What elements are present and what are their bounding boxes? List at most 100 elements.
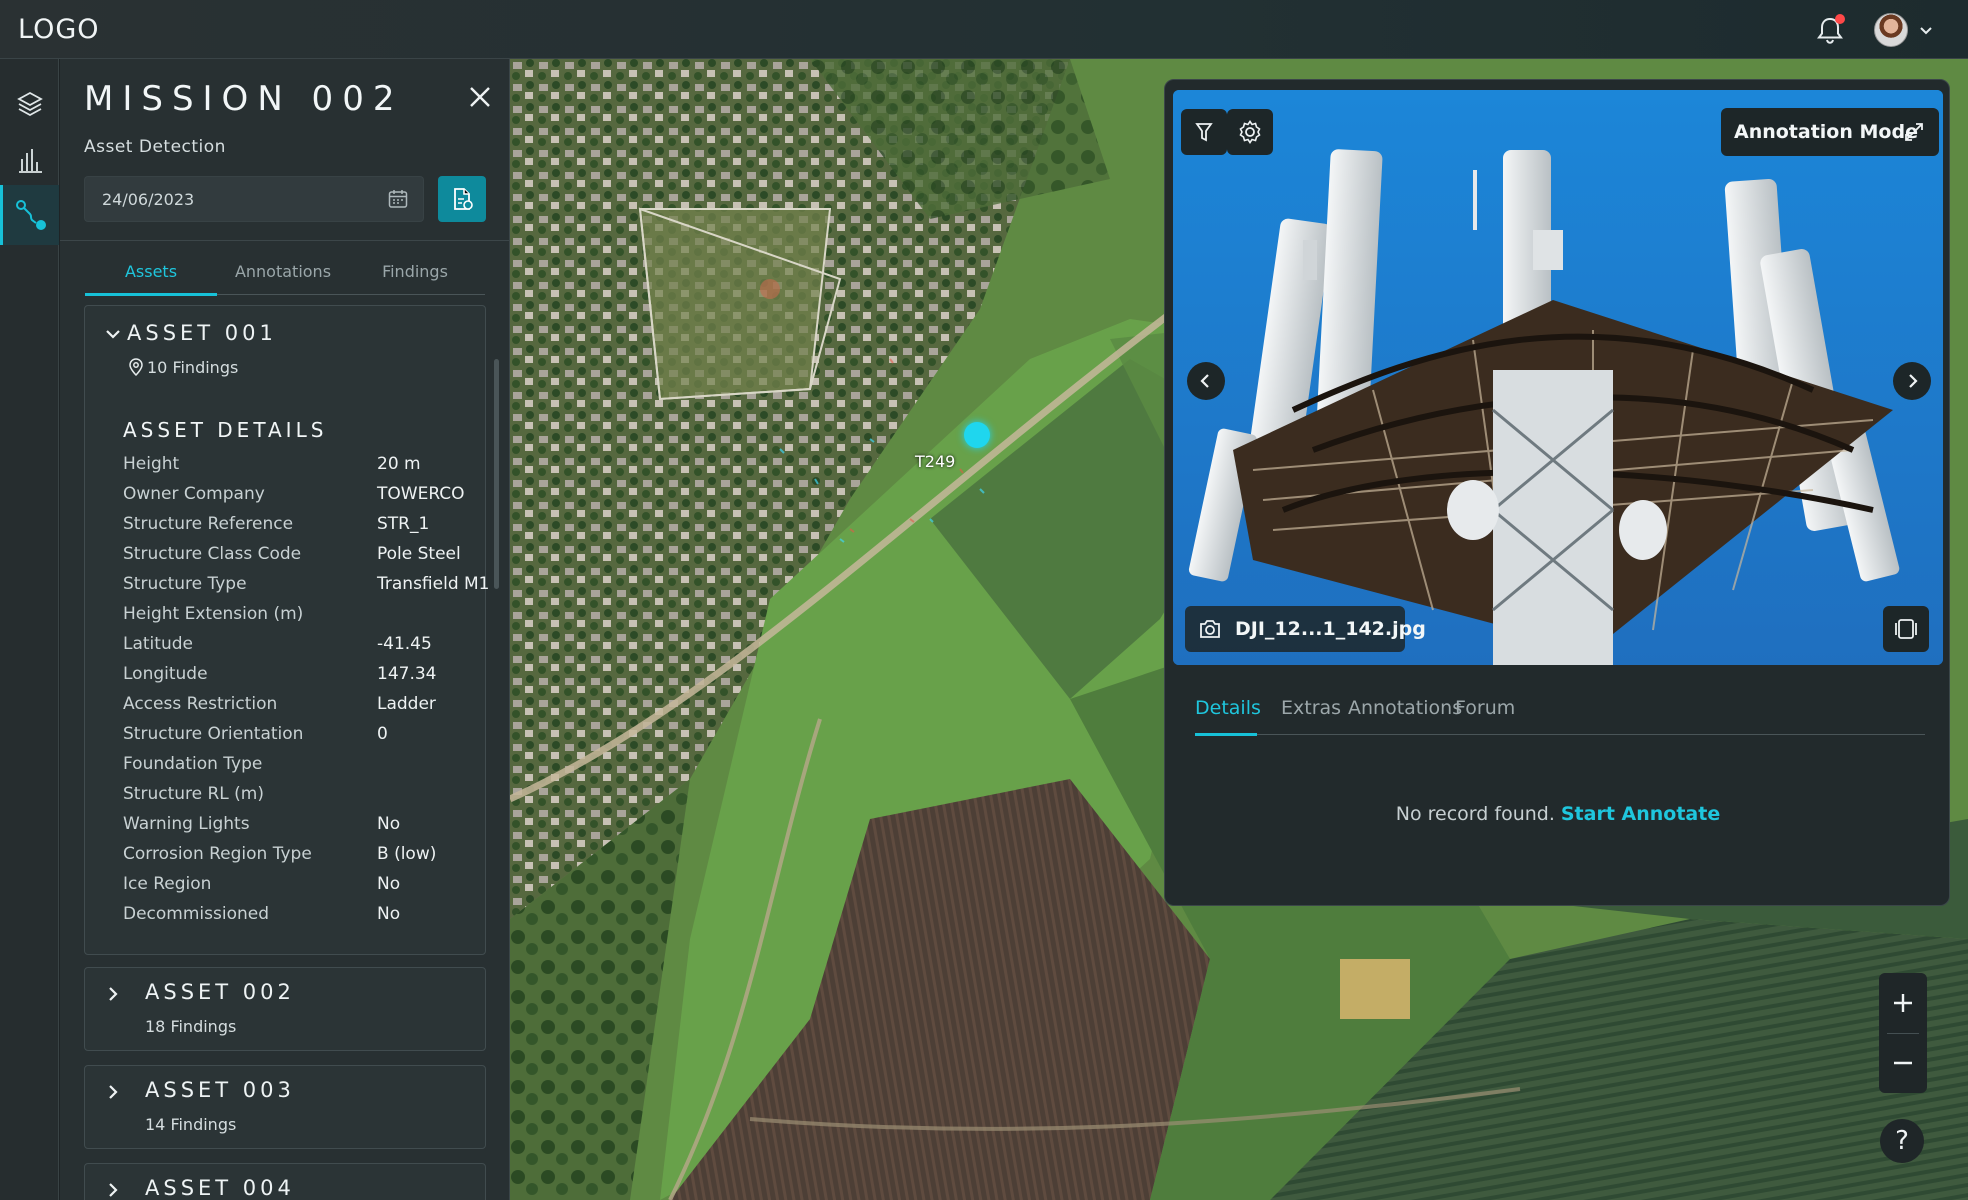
detail-key: Structure Class Code bbox=[123, 544, 302, 564]
chevron-down-icon[interactable] bbox=[1916, 20, 1936, 40]
asset-card-003[interactable]: ASSET 003 14 Findings bbox=[84, 1065, 486, 1149]
detail-value: Transfield M1 bbox=[377, 574, 490, 594]
chevron-right-icon[interactable] bbox=[103, 1082, 123, 1102]
user-avatar[interactable] bbox=[1874, 13, 1908, 47]
file-name-bar: DJI_12...1_142.jpg bbox=[1185, 606, 1426, 652]
detail-row: Structure Reference STR_1 bbox=[123, 514, 493, 544]
tab-findings[interactable]: Findings bbox=[349, 262, 481, 281]
detail-key: Foundation Type bbox=[123, 754, 263, 774]
date-value: 24/06/2023 bbox=[102, 190, 195, 209]
detail-value: No bbox=[377, 814, 401, 834]
tab-forum[interactable]: Forum bbox=[1455, 697, 1515, 719]
detail-value: B (low) bbox=[377, 844, 437, 864]
detail-key: Latitude bbox=[123, 634, 193, 654]
calendar-icon[interactable] bbox=[387, 188, 409, 210]
image-viewer-card: Annotation Mode DJI_12...1_142.jpg Detai… bbox=[1164, 79, 1950, 906]
detail-row: Structure Orientation 0 bbox=[123, 724, 493, 754]
chevron-right-icon bbox=[1909, 374, 1918, 388]
chevron-down-icon[interactable] bbox=[103, 324, 123, 344]
tab-annotations[interactable]: Annotations bbox=[217, 262, 349, 281]
asset-card-002[interactable]: ASSET 002 18 Findings bbox=[84, 967, 486, 1051]
asset-title[interactable]: ASSET 001 bbox=[127, 321, 277, 345]
empty-state: No record found. Start Annotate bbox=[1165, 803, 1949, 825]
tab-details[interactable]: Details bbox=[1195, 697, 1261, 719]
start-annotate-link[interactable]: Start Annotate bbox=[1561, 803, 1720, 825]
tab-extras[interactable]: Extras bbox=[1281, 697, 1341, 719]
asset-map-marker[interactable] bbox=[964, 422, 990, 448]
mission-tabs: Assets Annotations Findings bbox=[85, 259, 485, 296]
tower-photo-illustration bbox=[1173, 90, 1943, 665]
detail-key: Height bbox=[123, 454, 180, 474]
tab-annotations[interactable]: Annotations bbox=[1348, 697, 1462, 719]
plus-icon bbox=[1894, 994, 1912, 1012]
detail-value: 20 m bbox=[377, 454, 421, 474]
viewer-tabs: Details Extras Annotations Forum bbox=[1195, 687, 1925, 736]
next-image-button[interactable] bbox=[1893, 362, 1931, 400]
zoom-in-button[interactable] bbox=[1879, 973, 1927, 1033]
detail-row: Latitude -41.45 bbox=[123, 634, 493, 664]
settings-button[interactable] bbox=[1227, 109, 1273, 155]
asset-findings-count: 10 Findings bbox=[147, 358, 239, 377]
tab-active-indicator bbox=[1195, 733, 1257, 736]
rail-layers-button[interactable] bbox=[0, 74, 59, 134]
tab-assets[interactable]: Assets bbox=[85, 262, 217, 281]
asset-title[interactable]: ASSET 002 bbox=[145, 980, 295, 1004]
filter-icon bbox=[1195, 123, 1213, 142]
rail-analytics-button[interactable] bbox=[0, 130, 59, 190]
detail-key: Height Extension (m) bbox=[123, 604, 304, 624]
detail-row: Structure Class Code Pole Steel bbox=[123, 544, 493, 574]
detail-key: Corrosion Region Type bbox=[123, 844, 312, 864]
detail-row: Decommissioned No bbox=[123, 904, 493, 934]
annotation-mode-button[interactable]: Annotation Mode bbox=[1721, 108, 1939, 156]
filmstrip-icon bbox=[1895, 619, 1917, 639]
mission-subtitle: Asset Detection bbox=[84, 137, 226, 157]
detail-value: Pole Steel bbox=[377, 544, 461, 564]
gear-icon bbox=[1239, 120, 1261, 144]
left-rail bbox=[0, 59, 59, 1200]
asset-details-heading: ASSET DETAILS bbox=[123, 418, 328, 442]
detail-value: Ladder bbox=[377, 694, 436, 714]
filter-button[interactable] bbox=[1181, 109, 1227, 155]
filmstrip-button[interactable] bbox=[1883, 606, 1929, 652]
chevron-right-icon[interactable] bbox=[103, 1180, 123, 1200]
detail-row: Owner Company TOWERCO bbox=[123, 484, 493, 514]
map-marker-label: T249 bbox=[915, 452, 956, 471]
scrollbar[interactable] bbox=[494, 359, 499, 589]
annotation-mode-label: Annotation Mode bbox=[1734, 121, 1918, 143]
close-icon[interactable] bbox=[466, 83, 494, 111]
asset-card-004[interactable]: ASSET 004 bbox=[84, 1163, 486, 1200]
detail-key: Structure Reference bbox=[123, 514, 294, 534]
app-logo[interactable]: LOGO bbox=[18, 14, 100, 45]
detail-value: No bbox=[377, 904, 401, 924]
help-button[interactable]: ? bbox=[1880, 1119, 1924, 1163]
detail-key: Warning Lights bbox=[123, 814, 250, 834]
detail-row: Longitude 147.34 bbox=[123, 664, 493, 694]
previous-image-button[interactable] bbox=[1187, 362, 1225, 400]
detail-key: Ice Region bbox=[123, 874, 212, 894]
rail-route-button[interactable] bbox=[0, 185, 59, 245]
detail-row: Structure RL (m) bbox=[123, 784, 493, 814]
zoom-controls bbox=[1879, 973, 1927, 1093]
minus-icon bbox=[1894, 1061, 1912, 1065]
tower-photo[interactable]: Annotation Mode DJI_12...1_142.jpg bbox=[1173, 90, 1943, 665]
asset-title[interactable]: ASSET 004 bbox=[145, 1176, 295, 1200]
asset-findings-count: 14 Findings bbox=[145, 1115, 237, 1134]
chevron-right-icon[interactable] bbox=[103, 984, 123, 1004]
detail-key: Structure RL (m) bbox=[123, 784, 264, 804]
zoom-out-button[interactable] bbox=[1879, 1033, 1927, 1093]
date-field[interactable]: 24/06/2023 bbox=[84, 176, 424, 222]
detail-value: -41.45 bbox=[377, 634, 432, 654]
detail-value: 0 bbox=[377, 724, 388, 744]
file-name: DJI_12...1_142.jpg bbox=[1235, 618, 1426, 640]
expand-icon bbox=[1905, 123, 1923, 141]
route-icon bbox=[16, 200, 46, 230]
chart-icon bbox=[18, 149, 42, 173]
detail-row: Foundation Type bbox=[123, 754, 493, 784]
detail-row: Height Extension (m) bbox=[123, 604, 493, 634]
notification-badge bbox=[1835, 14, 1845, 24]
report-button[interactable] bbox=[438, 176, 486, 222]
layers-icon bbox=[16, 91, 43, 117]
empty-state-text: No record found. bbox=[1395, 803, 1555, 825]
asset-title[interactable]: ASSET 003 bbox=[145, 1078, 295, 1102]
asset-findings-count: 18 Findings bbox=[145, 1017, 237, 1036]
